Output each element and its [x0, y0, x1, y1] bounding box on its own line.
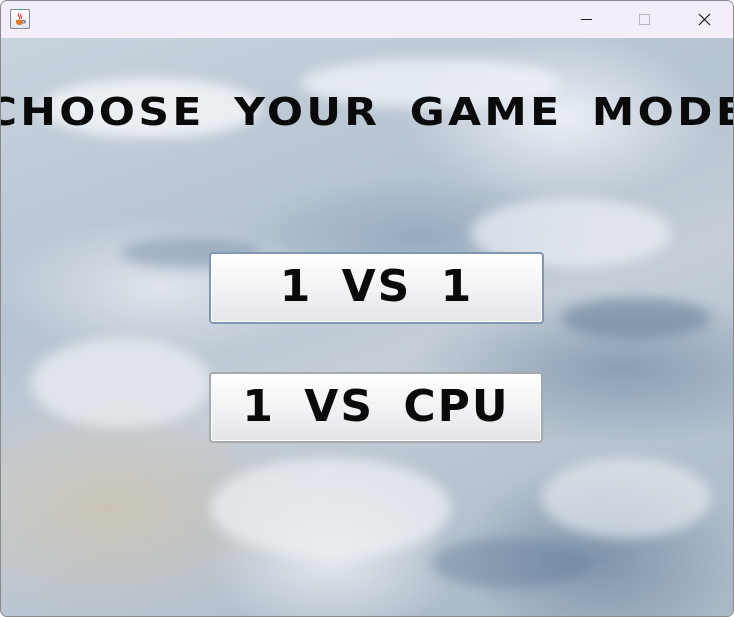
close-button[interactable] — [674, 1, 732, 38]
close-icon — [698, 13, 711, 26]
minimize-icon — [581, 19, 592, 20]
cloud-shadow — [561, 298, 711, 338]
cloud-shadow — [431, 538, 591, 588]
cloud-shape — [211, 458, 451, 558]
page-title: CHOOSE YOUR GAME MODE — [0, 90, 734, 134]
game-window: CHOOSE YOUR GAME MODE 1 VS 1 1 VS CPU — [0, 0, 734, 617]
java-cup-icon[interactable] — [10, 9, 30, 29]
one-vs-one-button[interactable]: 1 VS 1 — [209, 252, 544, 324]
minimize-button[interactable] — [557, 1, 615, 38]
maximize-button[interactable] — [615, 1, 673, 38]
one-vs-cpu-button[interactable]: 1 VS CPU — [209, 372, 543, 443]
title-bar[interactable] — [1, 1, 733, 38]
cloud-shape — [541, 458, 711, 538]
cloud-shape — [31, 338, 211, 428]
maximize-icon — [639, 14, 650, 25]
